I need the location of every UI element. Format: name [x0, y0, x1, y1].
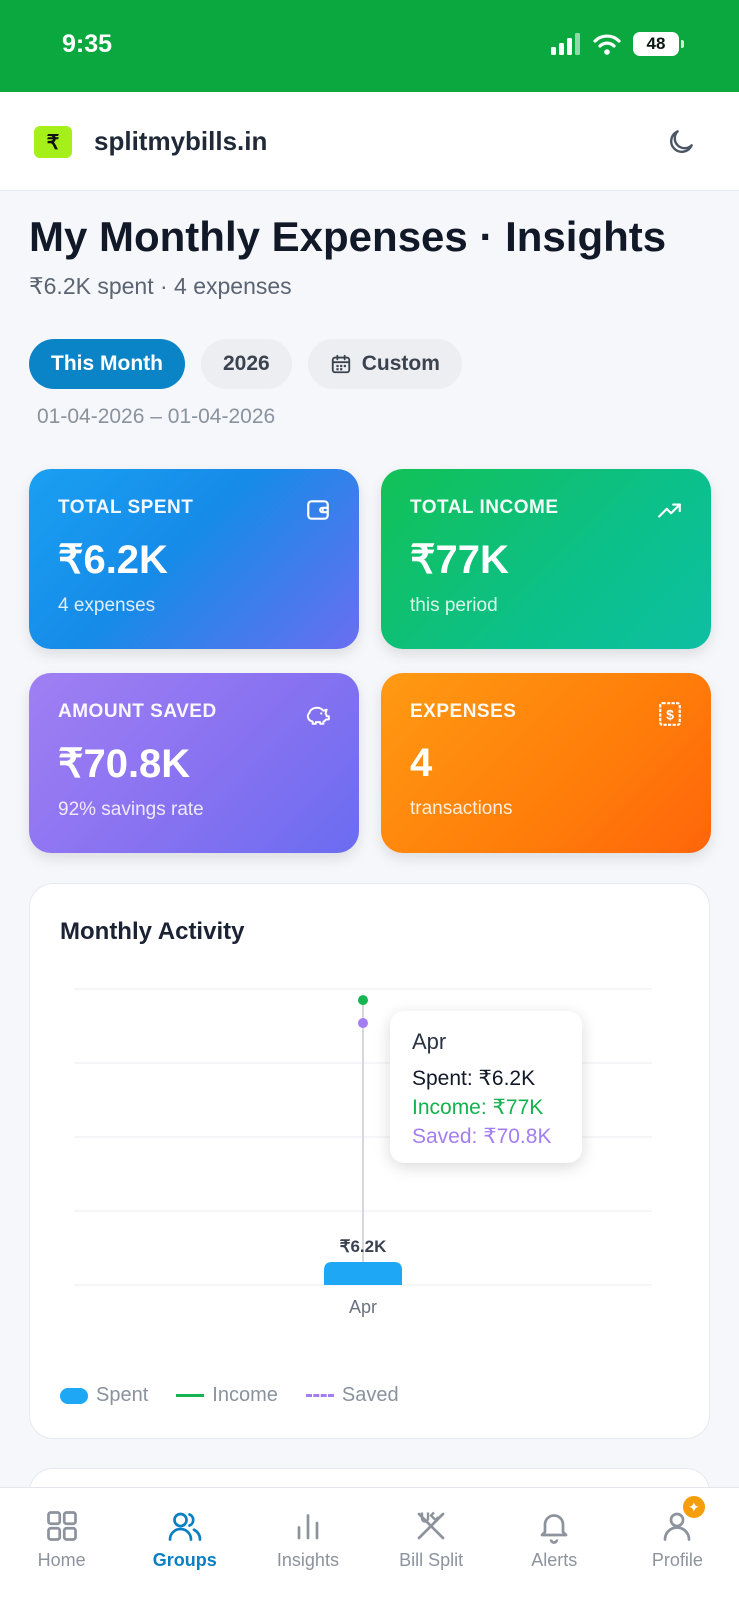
status-icons: 48 — [551, 32, 684, 56]
nav-alerts[interactable]: Alerts — [493, 1488, 616, 1600]
card-label: AMOUNT SAVED — [58, 701, 217, 722]
filter-custom-label: Custom — [361, 352, 440, 375]
filter-year[interactable]: 2026 — [200, 339, 292, 389]
users-icon — [168, 1512, 202, 1541]
nav-groups[interactable]: Groups — [123, 1488, 246, 1600]
nav-insights-label: Insights — [276, 1550, 339, 1570]
legend-spent[interactable]: Spent — [60, 1384, 148, 1407]
monthly-activity-chart[interactable]: ₹6.2K Apr — [30, 884, 711, 1440]
card-value: ₹70.8K — [58, 742, 191, 786]
legend-spent-label: Spent — [96, 1384, 149, 1406]
receipt-dollar-icon: $ — [659, 702, 681, 726]
filter-custom[interactable]: Custom — [307, 339, 462, 389]
calendar-icon — [331, 354, 350, 374]
legend-spent-swatch — [60, 1387, 88, 1404]
legend-income[interactable]: Income — [176, 1384, 278, 1407]
card-sub: this period — [410, 595, 498, 616]
app-logo[interactable]: ₹ — [34, 126, 72, 158]
chart-legend: Spent Income Saved — [60, 1384, 399, 1407]
bottom-nav: Home Groups Insights Bill Split Alerts P… — [0, 1487, 739, 1600]
piggy-bank-icon — [306, 706, 330, 725]
spent-bar[interactable] — [324, 1262, 402, 1285]
amount-saved-card[interactable]: AMOUNT SAVED ₹70.8K 92% savings rate — [29, 673, 359, 853]
brand-name[interactable]: splitmybills.in — [94, 126, 267, 157]
expenses-count-card[interactable]: EXPENSES 4 transactions $ — [381, 673, 711, 853]
sparkle-badge-icon: ✦ — [680, 1494, 707, 1520]
nav-groups-label: Groups — [152, 1550, 217, 1570]
tooltip-income: Income: ₹77K — [412, 1096, 544, 1119]
status-bar: 9:35 48 — [0, 0, 739, 92]
bar-value-label: ₹6.2K — [340, 1237, 387, 1256]
card-label: TOTAL SPENT — [58, 497, 194, 518]
nav-profile-label: Profile — [651, 1550, 703, 1570]
nav-bill-split[interactable]: Bill Split — [370, 1488, 493, 1600]
page-subtitle: ₹6.2K spent · 4 expenses — [29, 273, 292, 299]
filter-this-month[interactable]: This Month — [29, 339, 185, 389]
income-point[interactable] — [358, 995, 368, 1006]
tooltip-month: Apr — [412, 1029, 447, 1054]
nav-profile[interactable]: Profile ✦ — [616, 1488, 739, 1600]
legend-income-swatch — [176, 1394, 205, 1397]
nav-alerts-label: Alerts — [531, 1550, 578, 1570]
wallet-icon — [307, 500, 329, 520]
card-value: ₹6.2K — [58, 538, 168, 582]
filter-this-month-label: This Month — [51, 352, 163, 375]
period-filters: This Month 2026 Custom — [29, 339, 462, 389]
x-tick-label: Apr — [349, 1297, 377, 1317]
moon-icon — [670, 130, 693, 153]
wifi-icon — [593, 34, 621, 55]
date-range: 01-04-2026 – 01-04-2026 — [37, 405, 276, 428]
total-spent-card[interactable]: TOTAL SPENT ₹6.2K 4 expenses — [29, 469, 359, 649]
legend-saved-label: Saved — [341, 1384, 399, 1406]
card-label: EXPENSES — [410, 701, 517, 722]
utensils-crossed-icon — [417, 1511, 445, 1540]
signal-icon — [551, 33, 580, 55]
legend-saved-swatch — [305, 1394, 334, 1397]
grid-icon — [46, 1511, 77, 1541]
card-sub: 4 expenses — [58, 595, 156, 616]
nav-bill-split-label: Bill Split — [399, 1550, 464, 1570]
total-income-card[interactable]: TOTAL INCOME ₹77K this period — [381, 469, 711, 649]
card-sub: 92% savings rate — [58, 799, 204, 820]
status-time: 9:35 — [62, 30, 113, 58]
trending-up-icon — [658, 503, 681, 518]
card-label: TOTAL INCOME — [410, 497, 559, 518]
bell-icon — [540, 1514, 568, 1544]
tooltip-saved: Saved: ₹70.8K — [412, 1125, 552, 1148]
bar-chart-icon — [297, 1514, 319, 1540]
filter-year-label: 2026 — [222, 352, 270, 375]
page-title: My Monthly Expenses · Insights — [29, 213, 667, 260]
chart-tooltip: Apr Spent: ₹6.2K Income: ₹77K Saved: ₹70… — [390, 1011, 582, 1163]
dark-mode-toggle[interactable] — [661, 122, 701, 162]
card-sub: transactions — [410, 798, 513, 819]
spent-bars — [324, 1262, 402, 1285]
card-value: 4 — [410, 741, 433, 785]
tooltip-spent: Spent: ₹6.2K — [412, 1067, 536, 1090]
nav-home[interactable]: Home — [0, 1488, 123, 1600]
svg-text:$: $ — [666, 706, 674, 722]
monthly-activity-panel: Monthly Activity ₹6.2K Apr Apr Spent: ₹6… — [29, 883, 710, 1439]
legend-saved[interactable]: Saved — [305, 1384, 399, 1407]
nav-insights[interactable]: Insights — [246, 1488, 369, 1600]
card-value: ₹77K — [410, 538, 509, 582]
legend-income-label: Income — [212, 1384, 278, 1406]
nav-home-label: Home — [37, 1550, 86, 1570]
saved-point[interactable] — [358, 1018, 368, 1029]
battery-indicator: 48 — [633, 32, 684, 56]
app-header: ₹ splitmybills.in — [0, 92, 739, 191]
